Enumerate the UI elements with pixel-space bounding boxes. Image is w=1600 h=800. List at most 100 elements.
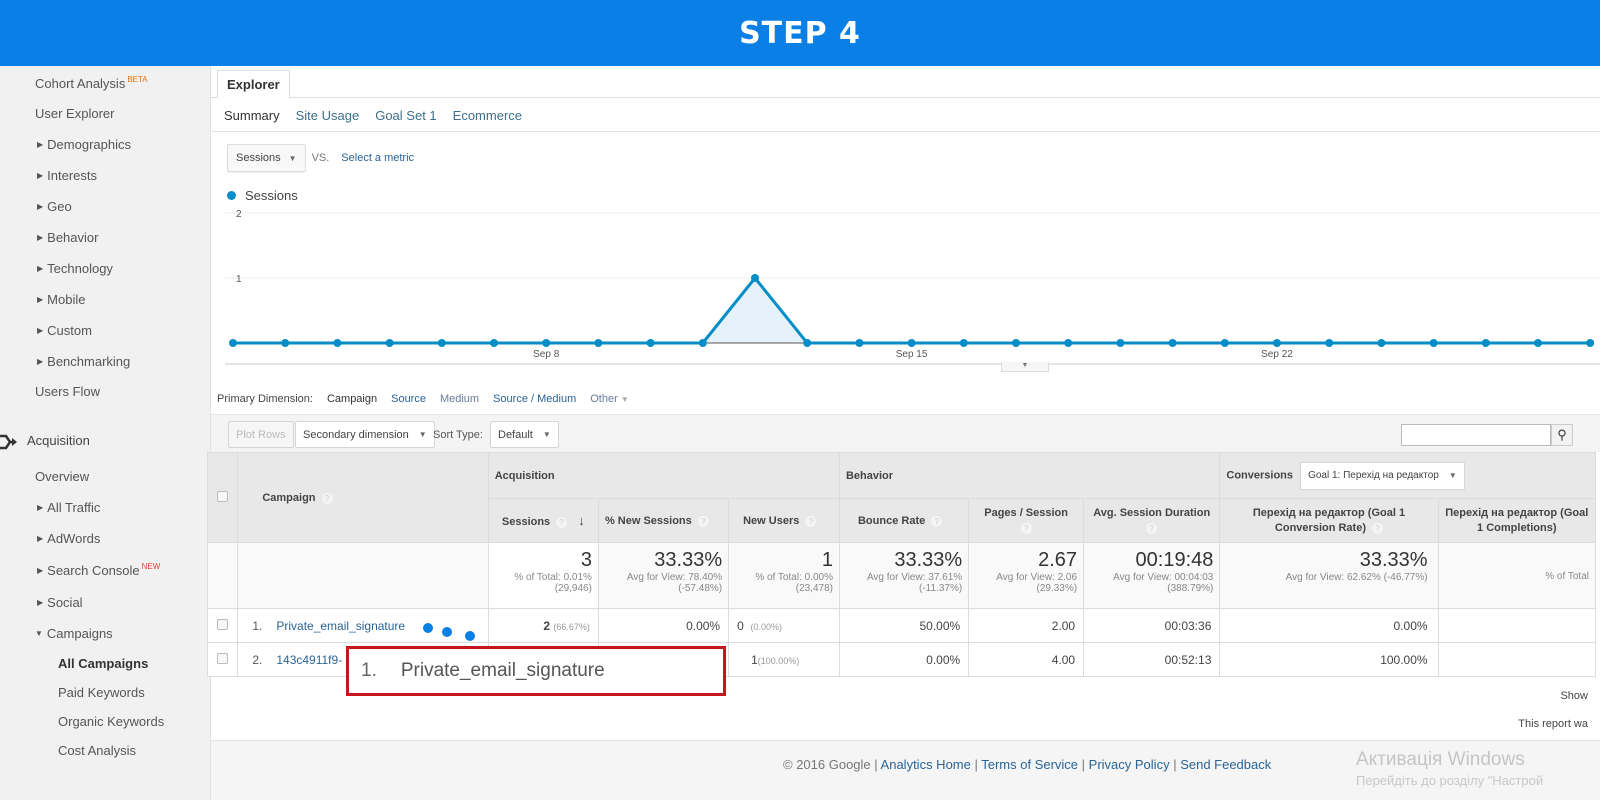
data-point [1586, 339, 1595, 347]
goal-select[interactable]: Goal 1: Перехід на редактор ▼ [1300, 461, 1465, 490]
row-checkbox[interactable] [217, 618, 229, 630]
sidebar-item-mobile[interactable]: ▶ Mobile [37, 292, 85, 307]
help-icon[interactable]: ? [805, 515, 817, 527]
sidebar-item-custom[interactable]: ▶ Custom [37, 323, 92, 338]
subtab-goal-set-1[interactable]: Goal Set 1 [375, 108, 436, 123]
sidebar-item-overview[interactable]: Overview [35, 469, 89, 484]
sidebar-item-all-campaigns[interactable]: All Campaigns [58, 656, 148, 671]
sort-type-select[interactable]: Default ▼ [490, 421, 559, 448]
col-sessions[interactable]: Sessions? ↓ [487, 498, 599, 543]
data-point [803, 339, 812, 347]
dimension-campaign[interactable]: Campaign [327, 393, 377, 405]
dimension-other[interactable]: Other ▼ [590, 393, 629, 405]
sidebar-item-user-explorer[interactable]: User Explorer [35, 106, 114, 121]
subtab-summary[interactable]: Summary [224, 108, 280, 123]
col-campaign[interactable]: Campaign? [237, 452, 489, 543]
select-all-checkbox[interactable] [217, 490, 229, 502]
group-behavior: Behavior [838, 452, 1221, 499]
sidebar-item-users-flow[interactable]: Users Flow [35, 384, 100, 399]
tab-bar: Explorer [211, 66, 1600, 99]
sidebar-item-social[interactable]: ▶ Social [37, 595, 83, 610]
table-search-input[interactable] [1401, 424, 1551, 446]
footer-link-analytics-home[interactable]: Analytics Home [881, 757, 971, 772]
total-avg-duration: 00:19:48 Avg for View: 00:04:03 (388.79%) [1083, 542, 1221, 609]
total-new-users: 1% of Total: 0.00% (23,478) [728, 542, 840, 609]
campaign-link[interactable]: Private_email_signature [276, 619, 405, 633]
tab-explorer[interactable]: Explorer [217, 70, 290, 99]
dimension-source-medium[interactable]: Source / Medium [493, 393, 576, 405]
campaign-link[interactable]: 143c4911f9- [276, 653, 342, 667]
data-point [1168, 339, 1177, 347]
col-new-sessions[interactable]: % New Sessions? [597, 498, 730, 543]
sidebar-item-cost-analysis[interactable]: Cost Analysis [58, 743, 136, 758]
secondary-dimension-select[interactable]: Secondary dimension ▼ [295, 421, 435, 448]
divider [211, 131, 1600, 132]
sidebar-item-benchmarking[interactable]: ▶ Benchmarking [37, 354, 130, 369]
footer-links: © 2016 Google | Analytics Home | Terms o… [783, 757, 1272, 772]
footer-link-privacy[interactable]: Privacy Policy [1089, 757, 1170, 772]
sidebar-item-demographics[interactable]: ▶ Demographics [37, 137, 131, 152]
col-avg-session-duration[interactable]: Avg. Session Duration? [1083, 498, 1221, 543]
total-conv-rate: 33.33% Avg for View: 62.62% (-46.77%) [1219, 542, 1439, 609]
chart-collapse-button[interactable]: ▼ [1001, 362, 1049, 372]
data-point [1012, 339, 1020, 347]
select-metric-link[interactable]: Select a metric [341, 152, 414, 164]
y-tick-label: 2 [236, 209, 242, 220]
col-bounce-rate[interactable]: Bounce Rate? [838, 498, 970, 543]
beta-badge: BETA [127, 75, 148, 84]
footer-link-terms[interactable]: Terms of Service [981, 757, 1078, 772]
primary-dimension-label: Primary Dimension: [217, 393, 313, 405]
total-bounce-rate: 33.33% Avg for View: 37.61% (-11.37%) [838, 542, 970, 609]
footer-link-feedback[interactable]: Send Feedback [1180, 757, 1271, 772]
help-icon[interactable]: ? [1372, 522, 1383, 534]
metric-select[interactable]: Sessions ▼ [227, 144, 306, 172]
col-goal1-completions[interactable]: Перехід на редактор (Goal 1 Completions) [1437, 498, 1597, 543]
expand-arrow-icon: ▶ [37, 598, 44, 607]
sidebar-item-paid-keywords[interactable]: Paid Keywords [58, 685, 145, 700]
sidebar-item-behavior[interactable]: ▶ Behavior [37, 230, 98, 245]
help-icon[interactable]: ? [931, 515, 943, 527]
data-point [646, 339, 655, 347]
dimension-source[interactable]: Source [391, 393, 426, 405]
sidebar-item-all-traffic[interactable]: ▶ All Traffic [37, 500, 100, 515]
row-checkbox[interactable] [217, 652, 229, 664]
data-point [437, 339, 446, 347]
subtab-ecommerce[interactable]: Ecommerce [453, 108, 522, 123]
help-icon[interactable]: ? [697, 515, 709, 527]
sidebar-section-acquisition[interactable]: Acquisition [27, 433, 90, 448]
vs-label: VS. [311, 152, 330, 164]
dimension-medium[interactable]: Medium [440, 393, 479, 405]
highlight-callout: 1. Private_email_signature [346, 646, 726, 696]
subtab-site-usage[interactable]: Site Usage [296, 108, 360, 123]
plot-rows-button[interactable]: Plot Rows [228, 421, 294, 448]
sidebar-item-technology[interactable]: ▶ Technology [37, 261, 113, 276]
sidebar-item-adwords[interactable]: ▶ AdWords [37, 531, 100, 546]
col-pages-session[interactable]: Pages / Session? [968, 498, 1085, 543]
col-new-users[interactable]: New Users? [728, 498, 840, 543]
sidebar-item-search-console[interactable]: ▶ Search Console NEW [37, 562, 160, 578]
data-point [1064, 339, 1073, 347]
legend-label: Sessions [245, 188, 298, 203]
data-point [1377, 339, 1386, 347]
annotation-dot [442, 627, 452, 637]
sidebar-item-organic-keywords[interactable]: Organic Keywords [58, 714, 164, 729]
acquisition-icon [0, 434, 17, 450]
col-goal1-conversion-rate[interactable]: Перехід на редактор (Goal 1 Conversion R… [1219, 498, 1439, 543]
expand-arrow-icon: ▶ [37, 171, 44, 180]
sidebar-item-interests[interactable]: ▶ Interests [37, 168, 97, 183]
help-icon[interactable]: ? [556, 517, 568, 528]
sidebar-item-cohort-analysis[interactable]: Cohort Analysis BETA [35, 75, 148, 91]
group-acquisition: Acquisition [487, 452, 840, 499]
windows-activation-title: Активація Windows [1356, 749, 1525, 770]
data-point [542, 339, 551, 347]
help-icon[interactable]: ? [1146, 523, 1158, 534]
explorer-subtabs: Summary Site Usage Goal Set 1 Ecommerce [224, 108, 522, 123]
table-toolbar: Plot Rows Secondary dimension ▼ Sort Type… [211, 414, 1600, 452]
sidebar-item-campaigns[interactable]: ▼ Campaigns [35, 626, 113, 641]
chevron-down-icon: ▼ [542, 430, 551, 439]
search-icon[interactable]: ⚲ [1551, 424, 1573, 446]
windows-activation-subtitle: Перейдіть до розділу "Настрой [1356, 773, 1544, 788]
help-icon[interactable]: ? [321, 492, 333, 504]
help-icon[interactable]: ? [1020, 523, 1032, 534]
sidebar-item-geo[interactable]: ▶ Geo [37, 199, 72, 214]
